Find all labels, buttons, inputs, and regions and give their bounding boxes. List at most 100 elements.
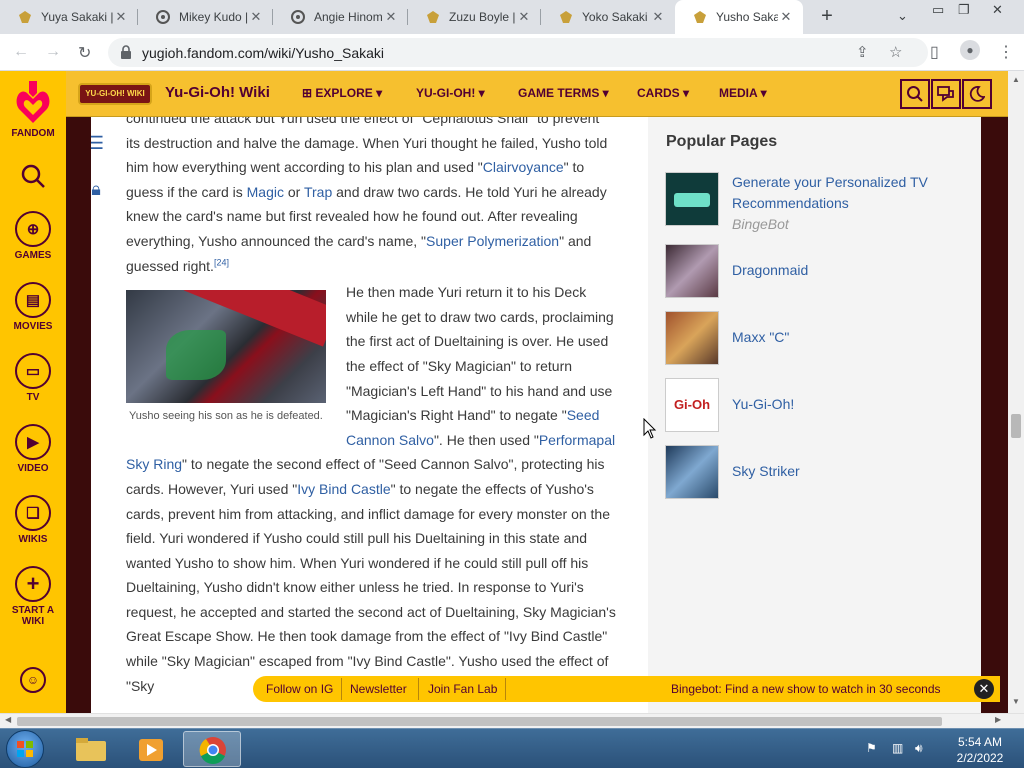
browser-tab[interactable]: Angie Hinom ✕ [273, 0, 408, 34]
menu-explore[interactable]: ⊞ EXPLORE ▾ [302, 86, 382, 100]
file-explorer-taskbar-button[interactable] [62, 731, 120, 767]
new-tab-button[interactable]: + [816, 5, 838, 27]
dragonmaid-thumbnail [665, 244, 719, 298]
plus-icon: + [15, 566, 51, 602]
close-tab-icon[interactable]: ✕ [113, 9, 129, 25]
yusho-defeated-image[interactable] [126, 290, 326, 404]
popular-page-title[interactable]: Maxx "C" [732, 327, 962, 348]
browser-menu-icon[interactable]: ⋮ [998, 42, 1014, 62]
lock-icon[interactable]: 🔒︎ [91, 179, 111, 209]
popular-page-item[interactable]: Sky Striker [665, 445, 965, 499]
fandom-nav-movies[interactable]: ▤ MOVIES [0, 282, 66, 332]
start-button[interactable] [6, 730, 44, 768]
close-notice-icon[interactable]: ✕ [974, 679, 994, 699]
wiki-navigation: YU-GI-OH! WIKI Yu-Gi-Oh! Wiki ⊞ EXPLORE … [66, 71, 1008, 117]
tab-search-icon[interactable]: ⌄ [897, 8, 908, 24]
browser-tab[interactable]: Yoko Sakaki ✕ [541, 0, 675, 34]
fandom-nav-video[interactable]: ▶ VIDEO [0, 424, 66, 474]
browser-tab[interactable]: Yuya Sakaki | ✕ [0, 0, 138, 34]
browser-tab[interactable]: Mikey Kudo | ✕ [138, 0, 273, 34]
side-panel-icon[interactable]: ▯ [930, 42, 939, 62]
wiki-name[interactable]: Yu-Gi-Oh! Wiki [165, 84, 270, 101]
action-center-flag-icon[interactable]: ⚑ [866, 741, 877, 755]
reload-button[interactable]: ↻ [78, 43, 91, 63]
article-text: He then made Yuri return it to his Deck … [346, 284, 614, 424]
fandom-nav-games[interactable]: ⊕ GAMES [0, 211, 66, 261]
popular-page-title[interactable]: Yu-Gi-Oh! [732, 394, 962, 415]
table-of-contents-icon[interactable]: ☰ [91, 133, 111, 163]
link-magic[interactable]: Magic [247, 184, 284, 200]
scrollbar-thumb[interactable] [17, 717, 942, 726]
close-tab-icon[interactable]: ✕ [383, 9, 399, 25]
horizontal-scrollbar[interactable]: ◀ ▶ [0, 713, 1024, 728]
article-thumbnail[interactable]: Yusho seeing his son as he is defeated. [126, 290, 330, 430]
volume-icon[interactable]: 🔊︎ [915, 741, 923, 756]
scrollbar-thumb[interactable] [1011, 414, 1021, 438]
fandom-search-icon[interactable] [0, 163, 66, 192]
minimize-button[interactable]: ▭ [932, 2, 944, 18]
dark-mode-button[interactable] [962, 79, 992, 109]
menu-cards[interactable]: CARDS ▾ [637, 86, 689, 100]
fandom-nav-label: VIDEO [17, 463, 49, 474]
bingebot-message[interactable]: Bingebot: Find a new show to watch in 30… [671, 682, 941, 696]
bookmark-star-icon[interactable]: ☆ [889, 43, 902, 61]
browser-tab[interactable]: Zuzu Boyle | ✕ [408, 0, 541, 34]
close-tab-icon[interactable]: ✕ [778, 9, 794, 25]
newsletter-link[interactable]: Newsletter [350, 682, 407, 696]
link-super-polymerization[interactable]: Super Polymerization [426, 233, 559, 249]
popular-page-title[interactable]: Generate your Personalized TV Recommenda… [732, 174, 928, 211]
network-icon[interactable]: ▥ [892, 741, 903, 755]
menu-yugioh[interactable]: YU-GI-OH! ▾ [416, 86, 485, 100]
forward-button[interactable]: → [45, 43, 61, 61]
scroll-left-arrow-icon[interactable]: ◀ [5, 715, 11, 724]
system-clock[interactable]: 5:54 AM 2/2/2022 [940, 734, 1020, 766]
media-player-taskbar-button[interactable] [122, 731, 180, 767]
restore-button[interactable]: ❐ [958, 2, 970, 18]
tv-icon: ▭ [15, 353, 51, 389]
discussions-button[interactable] [931, 79, 961, 109]
scroll-up-arrow-icon[interactable]: ▲ [1012, 75, 1020, 84]
menu-media[interactable]: MEDIA ▾ [719, 86, 767, 100]
scroll-down-arrow-icon[interactable]: ▼ [1012, 697, 1020, 706]
image-caption: Yusho seeing his son as he is defeated. [129, 410, 323, 423]
user-account-button[interactable]: ☺ [0, 667, 66, 696]
popular-page-title[interactable]: Dragonmaid [732, 260, 962, 281]
share-icon[interactable]: ⇪ [856, 43, 869, 61]
tab-title: Yusho Sakak [716, 10, 778, 24]
tab-title: Angie Hinom [314, 10, 383, 24]
fandom-nav-wikis[interactable]: ❏ WIKIS [0, 495, 66, 545]
back-button[interactable]: ← [13, 43, 29, 61]
fandom-nav-start-wiki[interactable]: + START A WIKI [0, 566, 66, 627]
menu-game-terms[interactable]: GAME TERMS ▾ [518, 86, 609, 100]
close-tab-icon[interactable]: ✕ [516, 9, 532, 25]
join-fan-lab-link[interactable]: Join Fan Lab [428, 682, 497, 696]
popular-page-item[interactable]: Maxx "C" [665, 311, 965, 365]
fandom-logo[interactable]: FANDOM [0, 79, 66, 139]
popular-page-item[interactable]: Dragonmaid [665, 244, 965, 298]
windows-taskbar: ⚑ ▥ 🔊︎ 5:54 AM 2/2/2022 [0, 728, 1024, 768]
scroll-right-arrow-icon[interactable]: ▶ [995, 715, 1001, 724]
link-ivy-bind-castle[interactable]: Ivy Bind Castle [297, 481, 390, 497]
address-bar[interactable]: yugioh.fandom.com/wiki/Yusho_Sakaki ⇪ ☆ [108, 38, 928, 67]
wiki-search-button[interactable] [900, 79, 930, 109]
window-close-button[interactable]: ✕ [992, 2, 1003, 18]
popular-page-item[interactable]: Gi-Oh Yu-Gi-Oh! [665, 378, 965, 432]
popular-page-item[interactable]: Generate your Personalized TV Recommenda… [665, 172, 965, 232]
profile-avatar-icon[interactable]: ● [960, 40, 980, 60]
link-clairvoyance[interactable]: Clairvoyance [483, 159, 564, 175]
fandom-nav-tv[interactable]: ▭ TV [0, 353, 66, 403]
chrome-taskbar-button[interactable] [183, 731, 241, 767]
close-tab-icon[interactable]: ✕ [650, 9, 666, 25]
link-trap[interactable]: Trap [304, 184, 332, 200]
reference-24[interactable]: [24] [214, 257, 229, 267]
popular-page-title[interactable]: Sky Striker [732, 461, 962, 482]
follow-ig-link[interactable]: Follow on IG [266, 682, 333, 696]
maxx-c-thumbnail [665, 311, 719, 365]
vertical-scrollbar[interactable]: ▲ ▼ [1008, 71, 1024, 713]
close-tab-icon[interactable]: ✕ [248, 9, 264, 25]
yugioh-favicon-icon [19, 11, 31, 23]
gamepad-icon: ⊕ [15, 211, 51, 247]
wiki-logo[interactable]: YU-GI-OH! WIKI [78, 83, 152, 105]
chevron-down-icon: ▾ [475, 86, 485, 100]
browser-tab-active[interactable]: Yusho Sakak ✕ [675, 0, 803, 34]
